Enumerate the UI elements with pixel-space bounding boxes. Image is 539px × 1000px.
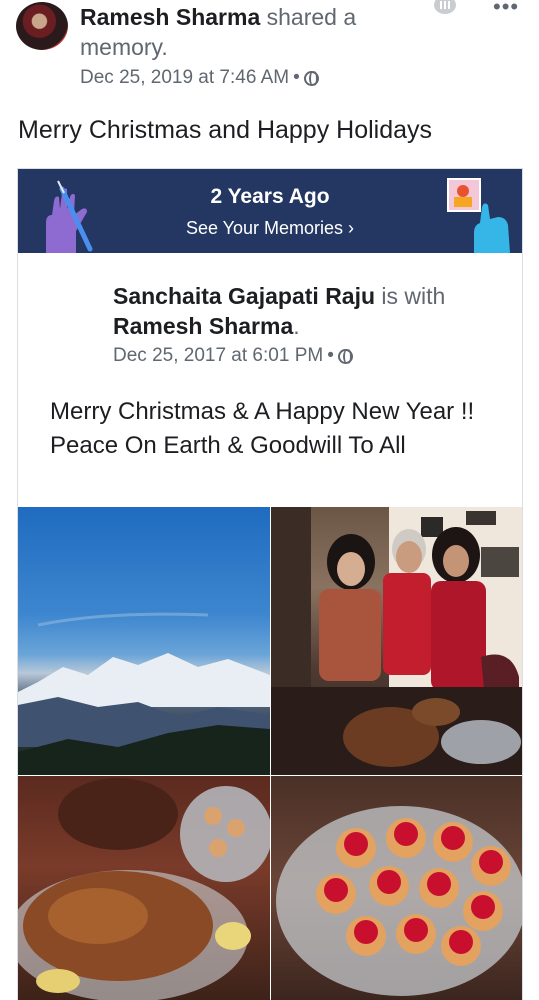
shared-tagged-name[interactable]: Ramesh Sharma (113, 313, 293, 339)
globe-icon (303, 70, 319, 86)
shared-post-timestamp[interactable]: Dec 25, 2017 at 6:01 PM (113, 345, 323, 367)
shared-meta-separator: • (327, 345, 334, 366)
shared-post-header: Sanchaita Gajapati Raju is with Ramesh S… (113, 281, 453, 341)
stats-icon[interactable] (434, 0, 456, 14)
shared-post-text: Merry Christmas & A Happy New Year !! Pe… (50, 398, 475, 459)
photo-roast-dinner[interactable] (18, 776, 270, 1000)
memory-banner[interactable]: 2 Years Ago See Your Memories › (18, 169, 522, 253)
more-options-button[interactable]: ••• (493, 0, 519, 20)
meta-separator: • (293, 67, 300, 88)
post-header: Ramesh Sharma shared a memory. Dec 25, 2… (0, 0, 539, 100)
memory-card[interactable]: 2 Years Ago See Your Memories › Sanchait… (17, 168, 523, 1000)
shared-post: Sanchaita Gajapati Raju is with Ramesh S… (18, 253, 522, 507)
post-timestamp[interactable]: Dec 25, 2019 at 7:46 AM (80, 67, 289, 89)
photo-hand-icon (447, 178, 510, 253)
shared-period: . (293, 313, 300, 339)
post-meta: Dec 25, 2019 at 7:46 AM • (80, 67, 319, 89)
post-header-text: Ramesh Sharma shared a memory. (80, 2, 420, 62)
author-name[interactable]: Ramesh Sharma (80, 4, 260, 30)
shared-is-with: is with (375, 283, 446, 309)
author-avatar[interactable] (16, 2, 68, 50)
post-text: Merry Christmas and Happy Holidays (18, 116, 433, 144)
shared-post-meta: Dec 25, 2017 at 6:01 PM • (113, 345, 353, 367)
photo-strawberry-tarts[interactable] (271, 776, 522, 1000)
shared-author-name[interactable]: Sanchaita Gajapati Raju (113, 283, 375, 309)
photo-mountain-landscape[interactable] (18, 507, 270, 775)
photo-family-group[interactable] (271, 507, 522, 775)
globe-icon (337, 348, 353, 364)
